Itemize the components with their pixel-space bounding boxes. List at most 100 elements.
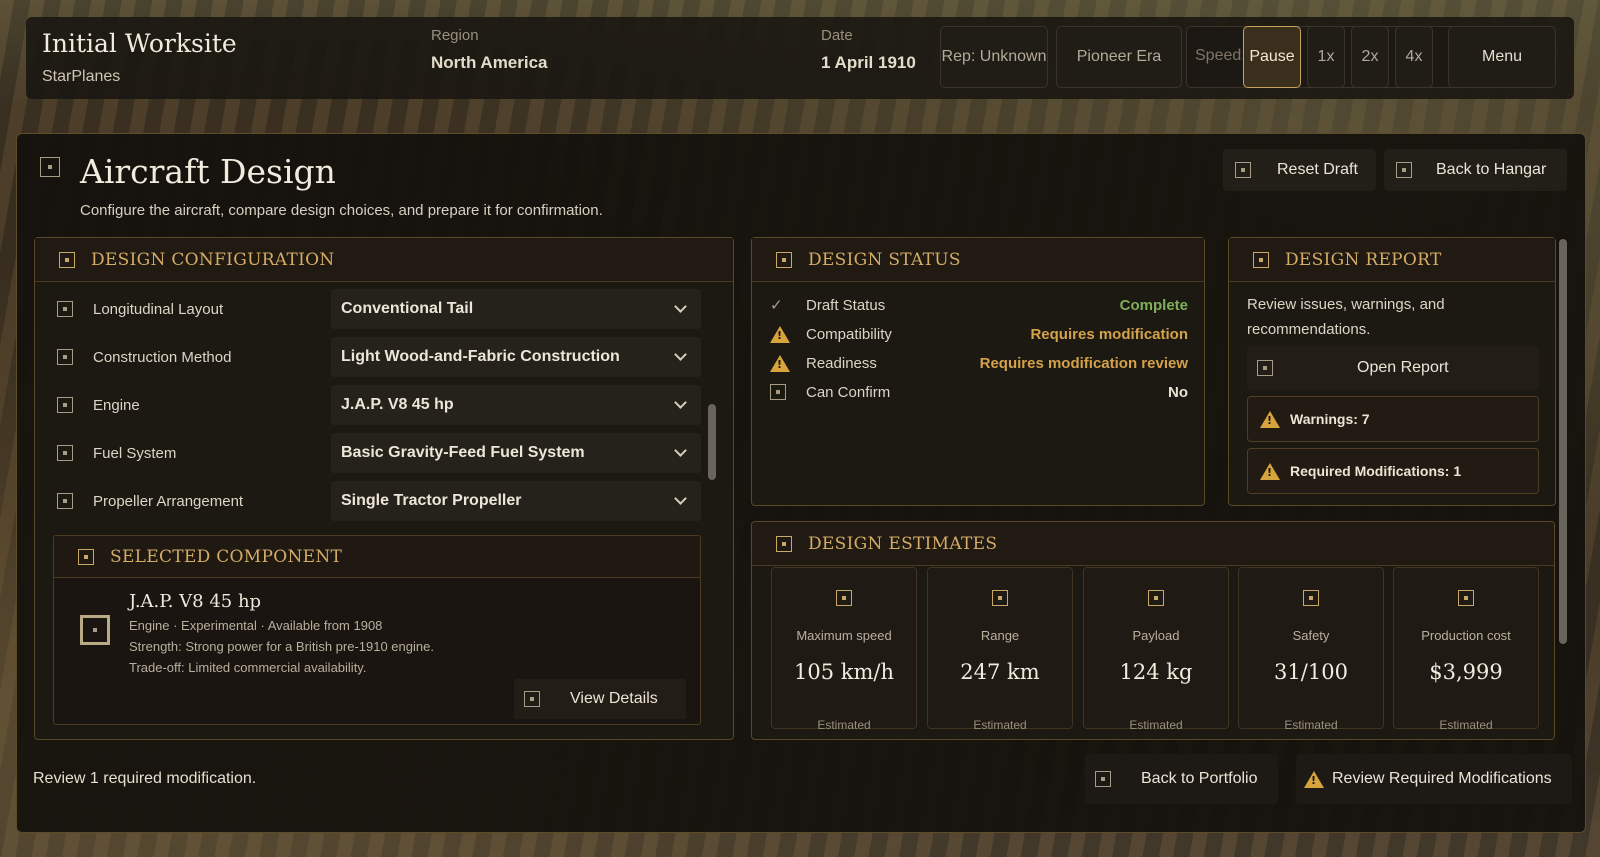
company-name: StarPlanes [42, 68, 121, 85]
estimate-label: Production cost [1421, 628, 1511, 643]
config-scrollbar[interactable] [708, 404, 716, 480]
estimate-production-cost: Production cost $3,999 Estimated [1393, 567, 1539, 732]
status-row-draft: ✓ Draft Status Complete [770, 293, 1188, 317]
speed-1x-button[interactable]: 1x [1307, 26, 1345, 88]
chevron-down-icon [674, 444, 687, 457]
engine-select[interactable]: J.A.P. V8 45 hp [331, 385, 701, 425]
back-to-portfolio-button[interactable]: Back to Portfolio [1085, 754, 1278, 804]
review-required-modifications-button[interactable]: Review Required Modifications [1296, 754, 1572, 804]
aircraft-icon [40, 157, 60, 177]
estimate-range: Range 247 km Estimated [927, 567, 1073, 732]
speed-4x-button[interactable]: 4x [1395, 26, 1433, 88]
warning-icon [1260, 462, 1280, 480]
back-to-hangar-label: Back to Hangar [1436, 161, 1547, 178]
aircraft-design-panel: Aircraft Design Configure the aircraft, … [16, 133, 1586, 833]
estimate-safety: Safety 31/100 Estimated [1238, 567, 1384, 732]
status-value: Requires modification review [979, 354, 1188, 372]
select-value: Basic Gravity-Feed Fuel System [341, 444, 585, 461]
config-row-longitudinal-layout: Longitudinal Layout Conventional Tail [57, 289, 702, 329]
reputation-button[interactable]: Rep: Unknown [940, 26, 1048, 88]
estimate-note: Estimated [973, 718, 1027, 732]
estimate-note: Estimated [1129, 718, 1183, 732]
propeller-icon [57, 493, 73, 509]
config-row-fuel-system: Fuel System Basic Gravity-Feed Fuel Syst… [57, 433, 702, 473]
era-button[interactable]: Pioneer Era [1056, 26, 1182, 88]
config-row-engine: Engine J.A.P. V8 45 hp [57, 385, 702, 425]
select-value: Single Tractor Propeller [341, 492, 522, 509]
warnings-count[interactable]: Warnings: 7 [1247, 396, 1539, 442]
square-icon [770, 384, 786, 400]
estimate-label: Range [980, 628, 1020, 643]
panel-scrollbar[interactable] [1559, 239, 1567, 644]
selected-component-title: SELECTED COMPONENT [110, 546, 343, 567]
warning-icon [1304, 770, 1324, 788]
select-value: J.A.P. V8 45 hp [341, 396, 454, 413]
required-modifications-count[interactable]: Required Modifications: 1 [1247, 448, 1539, 494]
configuration-icon [59, 251, 75, 268]
construction-method-select[interactable]: Light Wood-and-Fabric Construction [331, 337, 701, 377]
config-label: Fuel System [93, 444, 177, 462]
chevron-down-icon [674, 348, 687, 361]
design-configuration-header: DESIGN CONFIGURATION [35, 238, 733, 282]
layout-icon [57, 301, 73, 317]
chevron-down-icon [674, 300, 687, 313]
hangar-icon [1396, 162, 1412, 178]
longitudinal-layout-select[interactable]: Conventional Tail [331, 289, 701, 329]
estimate-value: $3,999 [1429, 660, 1503, 684]
estimate-value: 247 km [960, 660, 1040, 684]
select-value: Conventional Tail [341, 300, 474, 317]
design-configuration-title: DESIGN CONFIGURATION [91, 249, 335, 270]
chevron-down-icon [674, 396, 687, 409]
estimate-payload: Payload 124 kg Estimated [1083, 567, 1229, 732]
propeller-arrangement-select[interactable]: Single Tractor Propeller [331, 481, 701, 521]
fuel-icon [57, 445, 73, 461]
status-value: Requires modification [1030, 325, 1188, 343]
reset-draft-button[interactable]: Reset Draft [1223, 149, 1376, 191]
chevron-down-icon [674, 492, 687, 505]
open-report-label: Open Report [1357, 359, 1449, 376]
cost-icon [1458, 590, 1474, 606]
status-row-readiness: Readiness Requires modification review [770, 351, 1188, 375]
speed-2x-button[interactable]: 2x [1351, 26, 1389, 88]
required-modifications-label: Required Modifications: 1 [1290, 463, 1462, 479]
estimate-note: Estimated [817, 718, 871, 732]
date-field: Date 1 April 1910 [821, 27, 916, 73]
design-report-card: DESIGN REPORT Review issues, warnings, a… [1228, 237, 1556, 506]
status-label: Draft Status [806, 296, 886, 314]
design-status-header: DESIGN STATUS [752, 238, 1204, 282]
date-label: Date [821, 27, 853, 44]
open-report-icon [1257, 360, 1273, 376]
portfolio-icon [1095, 771, 1111, 787]
component-icon [78, 548, 94, 565]
status-value: No [1168, 383, 1188, 401]
select-value: Light Wood-and-Fabric Construction [341, 348, 620, 365]
warning-icon [770, 354, 790, 372]
config-label: Construction Method [93, 348, 232, 366]
estimate-max-speed: Maximum speed 105 km/h Estimated [771, 567, 917, 732]
report-description: Review issues, warnings, and recommendat… [1247, 296, 1445, 338]
warnings-label: Warnings: 7 [1290, 411, 1370, 427]
menu-button[interactable]: Menu [1448, 26, 1556, 88]
fuel-system-select[interactable]: Basic Gravity-Feed Fuel System [331, 433, 701, 473]
speed-pause-button[interactable]: Pause [1243, 26, 1301, 88]
estimate-label: Payload [1132, 628, 1180, 643]
footer-message: Review 1 required modification. [33, 770, 257, 787]
reset-icon [1235, 162, 1251, 178]
design-status-title: DESIGN STATUS [808, 249, 961, 270]
design-estimates-header: DESIGN ESTIMATES [752, 522, 1554, 566]
region-value: North America [431, 53, 548, 72]
open-report-button[interactable]: Open Report [1247, 346, 1539, 390]
speed-label: Speed: [1195, 47, 1246, 64]
payload-icon [1148, 590, 1164, 606]
design-estimates-card: DESIGN ESTIMATES Maximum speed 105 km/h … [751, 521, 1555, 740]
back-to-portfolio-label: Back to Portfolio [1141, 770, 1258, 787]
estimate-value: 31/100 [1274, 660, 1348, 684]
view-details-button[interactable]: View Details [514, 679, 686, 719]
safety-icon [1303, 590, 1319, 606]
config-row-construction-method: Construction Method Light Wood-and-Fabri… [57, 337, 702, 377]
top-bar: Initial Worksite StarPlanes Region North… [26, 17, 1574, 99]
back-to-hangar-button[interactable]: Back to Hangar [1384, 149, 1567, 191]
page-title: Aircraft Design [80, 152, 336, 191]
status-row-can-confirm: Can Confirm No [770, 380, 1188, 404]
status-label: Readiness [806, 354, 877, 372]
